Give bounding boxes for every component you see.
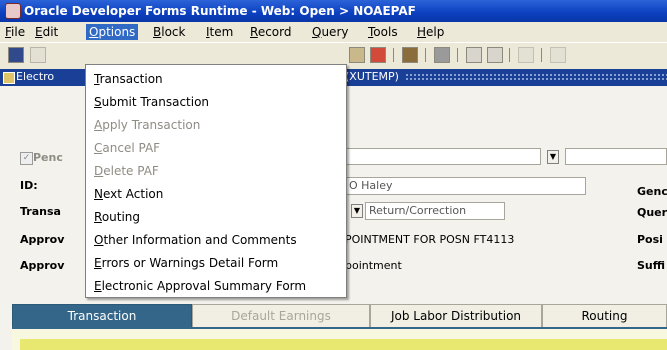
pending-label: Penc <box>33 151 63 164</box>
toolbar-separator <box>425 48 426 62</box>
form-title-left: Electro <box>16 70 55 83</box>
right-field[interactable] <box>565 148 667 165</box>
excel-alt-icon[interactable] <box>487 47 503 63</box>
approval-label-1: Approv <box>20 233 65 246</box>
menu-options[interactable]: Options <box>86 24 139 40</box>
name-field[interactable]: O Haley <box>345 177 586 195</box>
menu-item-electronic-approval-summary[interactable]: Electronic Approval Summary Form <box>94 276 306 296</box>
transaction-status-field[interactable]: Return/Correction <box>365 202 505 220</box>
tab-routing[interactable]: Routing <box>542 304 667 327</box>
toolbar-separator <box>457 48 458 62</box>
menu-item-routing[interactable]: Routing <box>94 207 140 227</box>
dropdown-button[interactable]: ▼ <box>547 150 559 164</box>
position-label: Posi <box>637 233 663 246</box>
print-icon[interactable] <box>402 47 418 63</box>
menu-query[interactable]: Query <box>309 24 351 40</box>
tab-content <box>12 327 667 350</box>
toolbar-separator <box>393 48 394 62</box>
tab-transaction[interactable]: Transaction <box>12 304 192 327</box>
pending-checkbox[interactable]: ✓ <box>20 152 33 165</box>
menu-file[interactable]: File <box>2 24 28 40</box>
menu-item-next-action[interactable]: Next Action <box>94 184 163 204</box>
nav-back-icon[interactable] <box>518 47 534 63</box>
menu-edit[interactable]: Edit <box>32 24 61 40</box>
excel-icon[interactable] <box>466 47 482 63</box>
menu-item-submit-transaction[interactable]: Submit Transaction <box>94 92 209 112</box>
printer-icon[interactable] <box>434 47 450 63</box>
approval-label-2: Approv <box>20 259 65 272</box>
transaction-label: Transa <box>20 205 61 218</box>
nav-icon[interactable] <box>550 47 566 63</box>
menu-item-transaction[interactable]: Transaction <box>94 69 163 89</box>
form-title-right: (XUTEMP) <box>345 70 399 83</box>
app-icon <box>5 3 21 19</box>
form-icon <box>3 72 15 84</box>
menu-item-delete-paf: Delete PAF <box>94 164 159 178</box>
gender-label: Genc <box>637 185 667 198</box>
toolbar-separator <box>509 48 510 62</box>
toolbar-separator <box>541 48 542 62</box>
save-icon[interactable] <box>8 47 24 63</box>
options-menu: Transaction Submit Transaction Apply Tra… <box>85 64 347 298</box>
tab-strip: Transaction Default Earnings Job Labor D… <box>0 302 667 350</box>
menu-tools[interactable]: Tools <box>365 24 401 40</box>
title-pattern <box>405 73 667 82</box>
window-title: Oracle Developer Forms Runtime - Web: Op… <box>24 4 416 18</box>
menu-item-cancel-paf: Cancel PAF <box>94 141 161 155</box>
tab-content-stripe <box>20 339 667 350</box>
id-label: ID: <box>20 179 38 192</box>
menu-item-errors-warnings[interactable]: Errors or Warnings Detail Form <box>94 253 278 273</box>
transaction-dropdown[interactable]: ▼ <box>351 204 363 218</box>
tab-default-earnings: Default Earnings <box>192 304 370 327</box>
remove-record-icon[interactable] <box>370 47 386 63</box>
clear-icon[interactable] <box>349 47 365 63</box>
pending-field[interactable] <box>345 148 541 165</box>
undo-icon[interactable] <box>30 47 46 63</box>
menu-item-other-information[interactable]: Other Information and Comments <box>94 230 297 250</box>
menu-item-apply-transaction: Apply Transaction <box>94 118 201 132</box>
menu-help[interactable]: Help <box>414 24 447 40</box>
tab-job-labor-distribution[interactable]: Job Labor Distribution <box>370 304 542 327</box>
query-label: Quer <box>637 206 667 219</box>
suffix-label: Suffi <box>637 259 666 272</box>
menu-record[interactable]: Record <box>247 24 294 40</box>
menu-block[interactable]: Block <box>150 24 188 40</box>
approval-value-2: pointment <box>345 259 402 272</box>
menu-bar: File Edit Options Block Item Record Quer… <box>0 22 667 42</box>
menu-item[interactable]: Item <box>203 24 236 40</box>
approval-value-1: POINTMENT FOR POSN FT4113 <box>345 233 515 246</box>
title-bar: Oracle Developer Forms Runtime - Web: Op… <box>0 0 667 22</box>
